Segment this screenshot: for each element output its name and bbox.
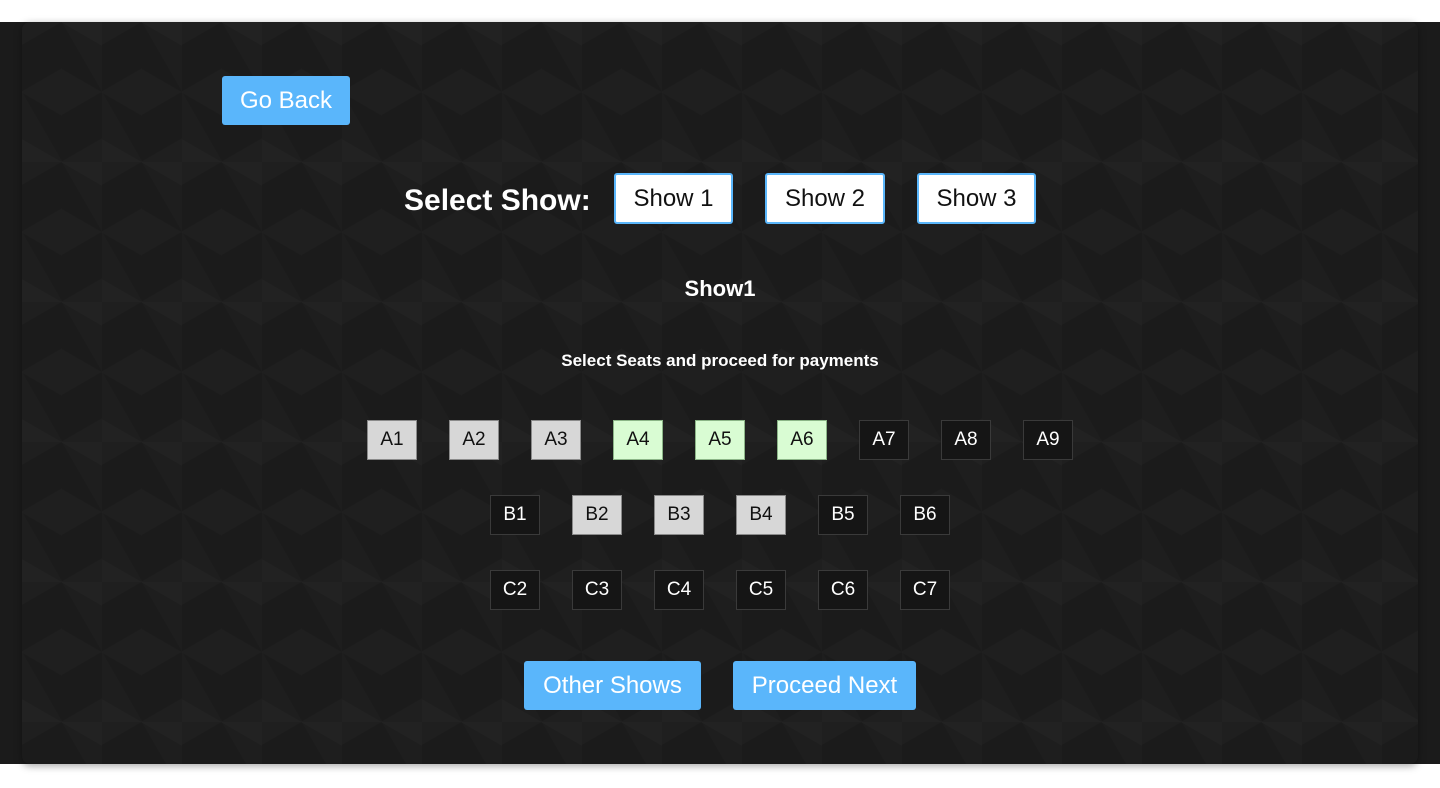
seat-instructions: Select Seats and proceed for payments (561, 351, 879, 370)
seat-b6[interactable]: B6 (900, 495, 950, 535)
seat-a2[interactable]: A2 (449, 420, 499, 460)
show-2-button[interactable]: Show 2 (765, 173, 885, 224)
proceed-next-button[interactable]: Proceed Next (733, 661, 916, 710)
other-shows-button[interactable]: Other Shows (524, 661, 701, 710)
seat-a7[interactable]: A7 (859, 420, 909, 460)
seat-a3[interactable]: A3 (531, 420, 581, 460)
seat-b1[interactable]: B1 (490, 495, 540, 535)
go-back-button[interactable]: Go Back (222, 76, 350, 125)
select-show-label: Select Show: (404, 184, 591, 217)
seat-c5[interactable]: C5 (736, 570, 786, 610)
seat-b4[interactable]: B4 (736, 495, 786, 535)
seat-a9[interactable]: A9 (1023, 420, 1073, 460)
seat-c2[interactable]: C2 (490, 570, 540, 610)
current-show-title: Show1 (684, 276, 756, 301)
seat-a4[interactable]: A4 (613, 420, 663, 460)
seat-b5[interactable]: B5 (818, 495, 868, 535)
seat-b2[interactable]: B2 (572, 495, 622, 535)
show-1-button[interactable]: Show 1 (614, 173, 733, 224)
show-3-button[interactable]: Show 3 (917, 173, 1036, 224)
seat-c7[interactable]: C7 (900, 570, 950, 610)
seat-a6[interactable]: A6 (777, 420, 827, 460)
seat-c3[interactable]: C3 (572, 570, 622, 610)
seat-a5[interactable]: A5 (695, 420, 745, 460)
seat-c4[interactable]: C4 (654, 570, 704, 610)
seat-c6[interactable]: C6 (818, 570, 868, 610)
seat-a1[interactable]: A1 (367, 420, 417, 460)
seat-b3[interactable]: B3 (654, 495, 704, 535)
seat-a8[interactable]: A8 (941, 420, 991, 460)
main-panel (22, 22, 1418, 764)
